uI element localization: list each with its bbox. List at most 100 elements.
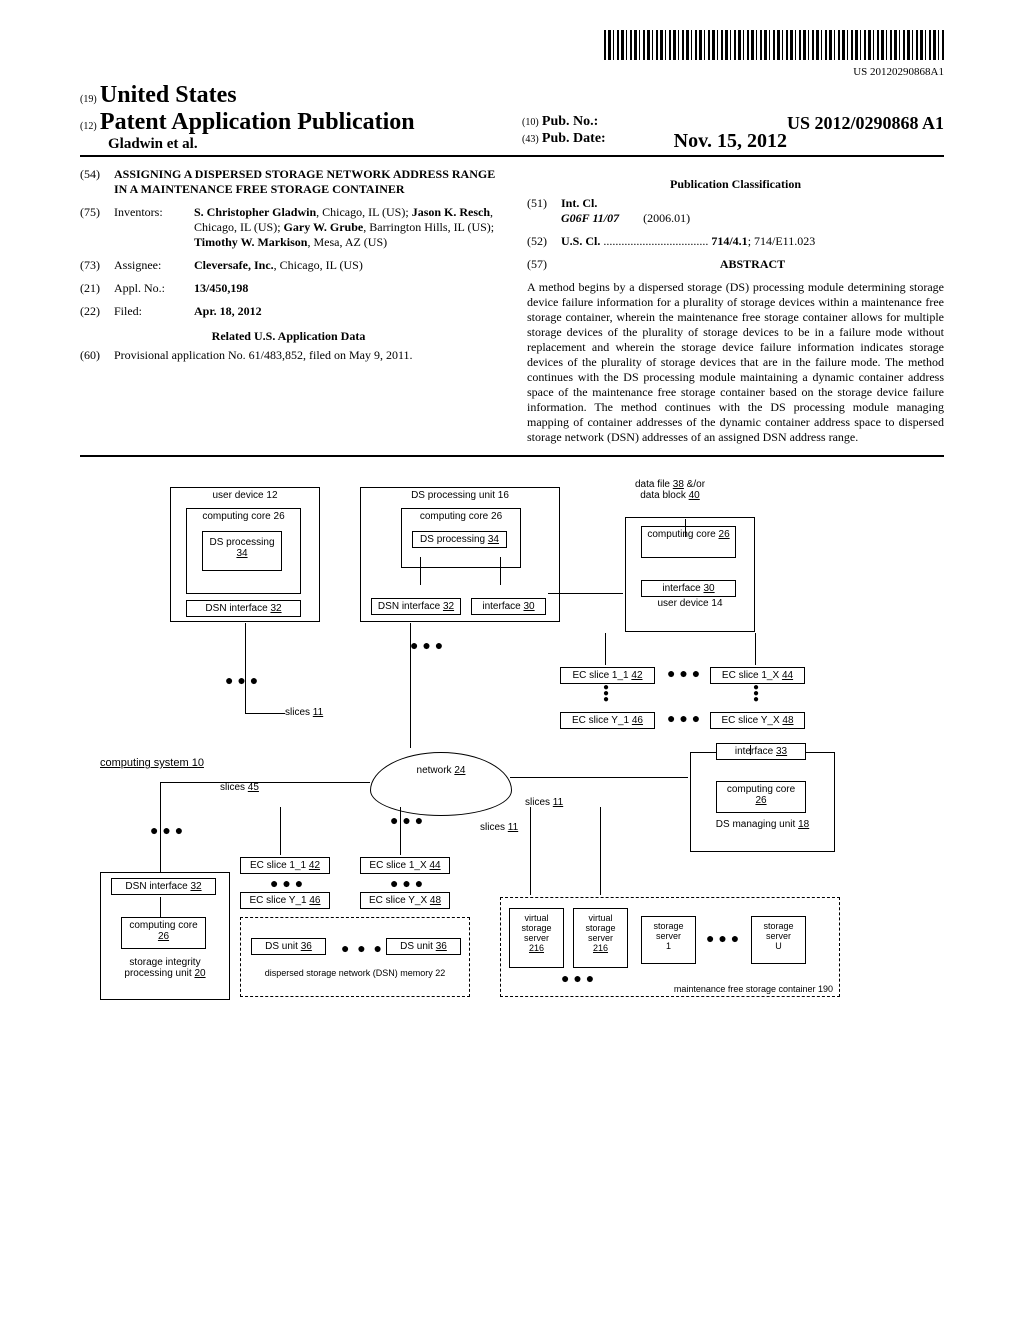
code-43: (43) [522, 134, 539, 145]
arrow-10 [160, 782, 370, 783]
arrow-6b [605, 633, 606, 665]
arrow-2 [420, 557, 421, 585]
dsp16-label: DS processing unit 16 [365, 490, 555, 501]
abstract-label: ABSTRACT [561, 257, 944, 272]
arrow-5 [245, 623, 246, 713]
dots-2: ● ● ● [667, 710, 700, 726]
dsn-interface-32-c: DSN interface 32 [111, 878, 216, 895]
computing-core-26-e: computing core 26 [121, 917, 206, 949]
vss-216-a: virtualstorageserver216 [509, 908, 564, 968]
computing-core-26-d: computing core 26 [716, 781, 806, 813]
network-cloud: network 24 [370, 752, 512, 816]
code-22: (22) [80, 304, 114, 319]
dots-9: ● ● ● [706, 930, 739, 946]
dsn-mem-label: dispersed storage network (DSN) memory 2… [245, 968, 465, 978]
dots-4: ● ● ● [390, 812, 423, 828]
ec-slice-1-x-b: EC slice 1_X 44 [360, 857, 450, 874]
arrow-15 [160, 897, 161, 917]
inventors-value: S. Christopher Gladwin, Chicago, IL (US)… [194, 205, 497, 250]
dots-3: ● ● ● [225, 672, 258, 688]
applno-value: 13/450,198 [194, 281, 497, 296]
dots-6: ● ● ● [270, 875, 303, 891]
storage-server-1: storageserver1 [641, 916, 696, 964]
slices-11-c: slices 11 [480, 822, 518, 833]
slices-11-a: slices 11 [285, 707, 323, 718]
ec-slice-y-x-b: EC slice Y_X 48 [360, 892, 450, 909]
ds-processing-34-b: DS processing 34 [412, 531, 507, 548]
computing-core-26-c: computing core 26 [641, 526, 736, 558]
dots-7: ● ● ● [390, 875, 423, 891]
dots-8: ● ● ● [341, 940, 382, 956]
assignee-label: Assignee: [114, 258, 194, 273]
storage-integrity-unit: DSN interface 32 computing core 26 stora… [100, 872, 230, 1000]
ec-slice-y-x-a: EC slice Y_X 48 [710, 712, 805, 729]
arrow-14 [600, 807, 601, 895]
assignee-value: Cleversafe, Inc., Chicago, IL (US) [194, 258, 497, 273]
dsn-interface-32-a: DSN interface 32 [186, 600, 301, 617]
uscl: U.S. Cl. ...............................… [561, 234, 944, 249]
filed-label: Filed: [114, 304, 194, 319]
arrow-12 [400, 807, 401, 855]
code-19: (19) [80, 94, 97, 105]
dsn-interface-32-b: DSN interface 32 [371, 598, 461, 615]
user-device-14: computing core 26 interface 30 user devi… [625, 517, 755, 632]
filed-value: Apr. 18, 2012 [194, 304, 497, 319]
ds-processing-34-a: DS processing 34 [202, 531, 282, 571]
invention-title: ASSIGNING A DISPERSED STORAGE NETWORK AD… [114, 167, 497, 197]
header: (19) United States (12) Patent Applicati… [80, 82, 944, 157]
ds-unit-36-a: DS unit 36 [251, 938, 326, 955]
arrow-8 [510, 777, 688, 778]
arrow-6c [755, 633, 756, 665]
uscl-label: U.S. Cl. [561, 234, 600, 248]
computing-core-26-b: computing core 26 DS processing 34 [401, 508, 521, 568]
code-51: (51) [527, 196, 561, 226]
user-device-12: user device 12 computing core 26 DS proc… [170, 487, 320, 622]
code-21: (21) [80, 281, 114, 296]
vdots-2: ●●● [753, 685, 759, 703]
bibliographic-data: (54) ASSIGNING A DISPERSED STORAGE NETWO… [80, 167, 944, 457]
code-52: (52) [527, 234, 561, 249]
user-device-14-label: user device 14 [630, 598, 750, 609]
cc26-label-b: computing core 26 [406, 511, 516, 522]
slices-45: slices 45 [220, 782, 259, 793]
provisional-value: Provisional application No. 61/483,852, … [114, 348, 497, 363]
storage-server-u: storageserverU [751, 916, 806, 964]
barcode-graphic [604, 30, 944, 60]
inventors-label: Inventors: [114, 205, 194, 250]
arrow-11 [280, 807, 281, 855]
publication-type: Patent Application Publication [100, 109, 415, 135]
arrow-8b [750, 745, 751, 755]
interface-30-a: interface 30 [471, 598, 546, 615]
computing-core-26-a: computing core 26 DS processing 34 [186, 508, 301, 594]
code-57: (57) [527, 257, 561, 272]
intcl-class: G06F 11/07 [561, 211, 619, 225]
classification-head: Publication Classification [527, 177, 944, 192]
dots-1: ● ● ● [667, 665, 700, 681]
code-73: (73) [80, 258, 114, 273]
arrow-3 [500, 557, 501, 585]
computing-system-label: computing system 10 [100, 757, 204, 769]
abstract-text: A method begins by a dispersed storage (… [527, 280, 944, 445]
arrow-6 [410, 623, 411, 748]
dsmu-label: DS managing unit 18 [695, 819, 830, 830]
code-60: (60) [80, 348, 114, 363]
mfsc-190: virtualstorageserver216 virtualstoragese… [500, 897, 840, 997]
interface-30-b: interface 30 [641, 580, 736, 597]
intcl-label: Int. Cl. [561, 196, 597, 210]
arrow-4 [685, 519, 686, 537]
user-device-12-label: user device 12 [175, 490, 315, 501]
country: United States [100, 82, 237, 108]
dots-5: ● ● ● [150, 822, 183, 838]
mfsc-label: maintenance free storage container 190 [674, 984, 833, 994]
code-12: (12) [80, 121, 97, 132]
arrow-9 [160, 782, 161, 872]
figure-1: user device 12 computing core 26 DS proc… [80, 477, 944, 1037]
data-file-label: data file 38 &/ordata block 40 [610, 477, 730, 503]
intcl: Int. Cl. G06F 11/07 (2006.01) [561, 196, 944, 226]
ds-processing-unit-16: DS processing unit 16 computing core 26 … [360, 487, 560, 622]
ec-slice-y-1-b: EC slice Y_1 46 [240, 892, 330, 909]
dsn-memory-22: DS unit 36 ● ● ● DS unit 36 dispersed st… [240, 917, 470, 997]
code-75: (75) [80, 205, 114, 250]
authors-header: Gladwin et al. [108, 136, 198, 152]
pub-date-label: Pub. Date: [542, 131, 606, 146]
